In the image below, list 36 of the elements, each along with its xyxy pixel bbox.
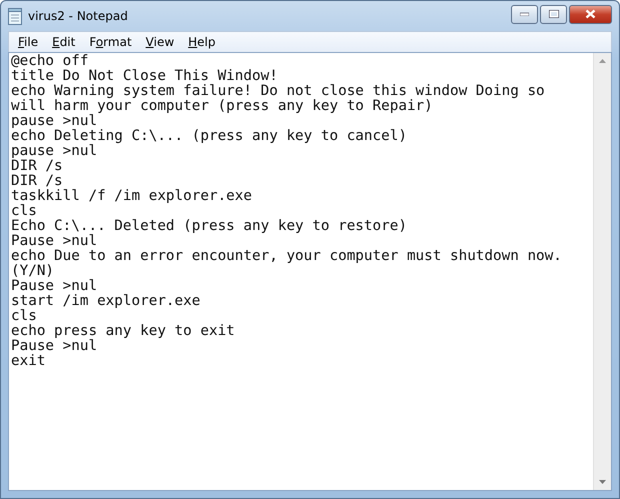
text-line: echo Deleting C:\... (press any key to cancel) — [11, 129, 407, 144]
text-line: will harm your computer (press any key to Repair) — [11, 99, 433, 114]
text-line: exit — [11, 354, 46, 369]
text-line: start /im explorer.exe — [11, 294, 200, 309]
close-icon — [585, 9, 596, 19]
text-line: cls — [11, 204, 37, 219]
text-line: taskkill /f /im explorer.exe — [11, 189, 252, 204]
text-line: Pause >nul — [11, 234, 98, 249]
maximize-button[interactable] — [540, 4, 567, 24]
text-line: Pause >nul — [11, 279, 98, 294]
text-line: echo press any key to exit — [11, 324, 235, 339]
text-line: DIR /s — [11, 174, 63, 189]
scroll-down-icon[interactable] — [599, 480, 606, 484]
text-line: echo Due to an error encounter, your computer must shutdown now. — [11, 249, 562, 264]
text-line: Pause >nul — [11, 339, 98, 354]
menu-item[interactable]: Edit — [45, 33, 82, 51]
close-button[interactable] — [569, 4, 612, 24]
text-line: echo Warning system failure! Do not close this window Doing so — [11, 84, 545, 99]
menu-item[interactable]: File — [11, 33, 46, 51]
minimize-button[interactable] — [511, 4, 538, 24]
text-line: (Y/N) — [11, 264, 54, 279]
maximize-icon — [548, 10, 558, 18]
text-line: @echo off — [11, 54, 88, 69]
menu-item[interactable]: Format — [82, 33, 139, 51]
text-line: pause >nul — [11, 114, 98, 129]
notepad-icon — [8, 8, 22, 24]
text-line: title Do Not Close This Window! — [11, 69, 278, 84]
text-line: cls — [11, 309, 37, 324]
minimize-icon — [520, 12, 529, 16]
window-title: virus2 - Notepad — [28, 9, 129, 23]
menu-item[interactable]: View — [138, 33, 182, 51]
vertical-scrollbar[interactable] — [593, 53, 611, 490]
menu-item[interactable]: Help — [181, 33, 223, 51]
text-line: DIR /s — [11, 159, 63, 174]
text-line: pause >nul — [11, 144, 98, 159]
text-line: Echo C:\... Deleted (press any key to restore) — [11, 219, 407, 234]
